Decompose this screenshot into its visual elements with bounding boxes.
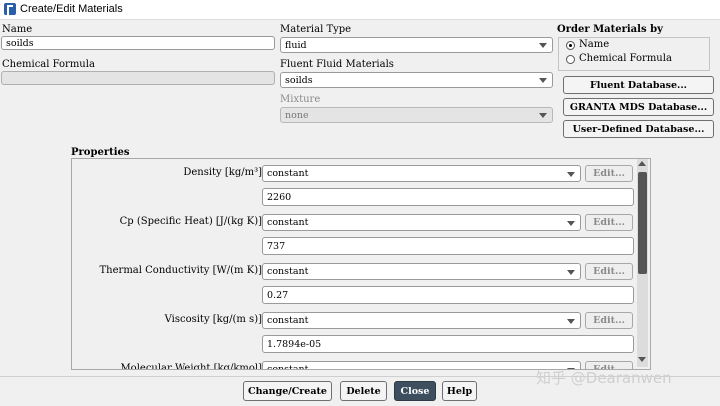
property-method-dropdown[interactable]: constant	[262, 214, 581, 231]
scroll-down-icon[interactable]	[638, 357, 646, 362]
radio-chemical-formula-label: Chemical Formula	[579, 53, 672, 64]
property-label: Density [kg/m³]	[183, 167, 262, 178]
material-type-value: fluid	[285, 40, 307, 51]
user-defined-database-button[interactable]: User-Defined Database...	[563, 120, 714, 138]
property-edit-button[interactable]: Edit...	[585, 263, 633, 280]
name-label: Name	[2, 24, 33, 35]
property-label: Viscosity [kg/(m s)]	[164, 314, 262, 325]
properties-panel: Density [kg/m³] constant Edit... 2260 Cp (Sp…	[71, 158, 651, 370]
change-create-button[interactable]: Change/Create	[243, 381, 332, 401]
property-method-value: constant	[267, 217, 309, 228]
mixture-dropdown[interactable]: none	[280, 107, 553, 123]
delete-button[interactable]: Delete	[340, 381, 387, 401]
window-title: Create/Edit Materials	[20, 3, 123, 15]
property-edit-button[interactable]: Edit...	[585, 214, 633, 231]
property-edit-button[interactable]: Edit...	[585, 312, 633, 329]
fluent-database-button[interactable]: Fluent Database...	[563, 76, 714, 94]
chevron-down-icon	[567, 220, 575, 226]
help-button[interactable]: Help	[442, 381, 477, 401]
radio-chemical-formula[interactable]	[566, 55, 575, 64]
chevron-down-icon	[539, 43, 547, 48]
property-label: Thermal Conductivity [W/(m K)]	[99, 265, 262, 276]
material-type-dropdown[interactable]: fluid	[280, 37, 553, 53]
watermark: 知乎 @Dearanwen	[536, 369, 672, 387]
property-label: Molecular Weight [kg/kmol]	[120, 363, 262, 370]
fluent-materials-dropdown[interactable]: soilds	[280, 72, 553, 88]
properties-label: Properties	[71, 147, 130, 158]
radio-name[interactable]	[566, 41, 575, 50]
property-method-value: constant	[267, 315, 309, 326]
chevron-down-icon	[567, 171, 575, 177]
fluent-materials-value: soilds	[285, 75, 313, 86]
order-by-label: Order Materials by	[557, 24, 663, 35]
chevron-down-icon	[539, 113, 547, 118]
property-edit-button[interactable]: Edit...	[585, 165, 633, 182]
chevron-down-icon	[539, 78, 547, 83]
granta-database-button[interactable]: GRANTA MDS Database...	[563, 98, 714, 116]
property-value-input[interactable]: 737	[262, 237, 634, 255]
property-method-value: constant	[267, 266, 309, 277]
mixture-value: none	[285, 110, 309, 121]
app-icon	[4, 3, 16, 15]
property-value-input[interactable]: 0.27	[262, 286, 634, 304]
chemical-formula-input[interactable]	[1, 71, 275, 85]
fluent-materials-label: Fluent Fluid Materials	[280, 59, 394, 70]
title-bar: Create/Edit Materials	[0, 0, 720, 20]
order-by-group: Name Chemical Formula	[558, 37, 710, 71]
property-method-value: constant	[267, 168, 309, 179]
property-method-dropdown[interactable]: constant	[262, 165, 581, 182]
property-method-value: constant	[267, 364, 309, 370]
property-method-dropdown[interactable]: constant	[262, 312, 581, 329]
property-value-input[interactable]: 2260	[262, 188, 634, 206]
property-method-dropdown[interactable]: constant	[262, 263, 581, 280]
material-type-label: Material Type	[280, 24, 352, 35]
radio-name-label: Name	[579, 39, 610, 50]
scroll-up-icon[interactable]	[638, 161, 646, 166]
property-value-input[interactable]: 1.7894e-05	[262, 335, 634, 353]
mixture-label: Mixture	[280, 94, 321, 105]
scrollbar-thumb[interactable]	[638, 172, 647, 274]
chevron-down-icon	[567, 318, 575, 324]
chemical-formula-label: Chemical Formula	[2, 59, 95, 70]
property-method-dropdown[interactable]: constant	[262, 361, 581, 370]
close-button[interactable]: Close	[394, 381, 436, 401]
chevron-down-icon	[567, 269, 575, 275]
property-label: Cp (Specific Heat) [J/(kg K)]	[119, 216, 262, 227]
name-input[interactable]: soilds	[1, 36, 275, 50]
